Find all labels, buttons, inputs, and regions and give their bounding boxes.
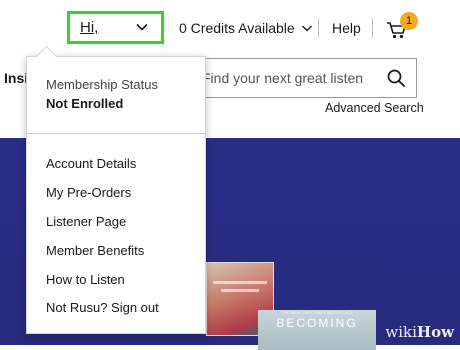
menu-caret <box>35 45 58 68</box>
membership-status-label: Membership Status <box>46 77 158 92</box>
cart-count-badge: 1 <box>400 12 418 30</box>
greeting-label: Hi, <box>80 19 99 36</box>
menu-divider <box>27 133 205 134</box>
chevron-down-icon <box>301 25 312 32</box>
credits-dropdown[interactable]: 0 Credits Available <box>179 20 313 36</box>
account-greeting-button[interactable]: Hi, <box>67 11 164 44</box>
watermark-prefix: wiki <box>385 323 417 341</box>
help-link[interactable]: Help <box>332 20 361 36</box>
account-dropdown-menu: Membership Status Not Enrolled Account D… <box>26 45 206 334</box>
menu-item-how-to-listen[interactable]: How to Listen <box>46 272 125 287</box>
menu-item-account-details[interactable]: Account Details <box>46 156 136 171</box>
book-title: BECOMING <box>276 316 358 330</box>
header-divider <box>372 18 373 38</box>
watermark-suffix: How <box>416 323 454 341</box>
nav-item-partial[interactable]: Insi <box>4 70 28 86</box>
wikihow-watermark: wikiHow <box>385 323 454 341</box>
menu-item-member-benefits[interactable]: Member Benefits <box>46 243 144 258</box>
search-input[interactable] <box>202 68 372 88</box>
menu-item-listener-page[interactable]: Listener Page <box>46 214 126 229</box>
menu-item-pre-orders[interactable]: My Pre-Orders <box>46 185 131 200</box>
menu-item-sign-out[interactable]: Not Rusu? Sign out <box>46 300 159 315</box>
book-subtitle: THE NEW YORK TIMES BESTSELLER <box>281 310 353 315</box>
header-divider <box>318 18 319 38</box>
search-bar <box>190 58 417 98</box>
advanced-search-link[interactable]: Advanced Search <box>325 101 424 115</box>
chevron-down-icon <box>136 23 148 31</box>
book-cover[interactable]: THE NEW YORK TIMES BESTSELLER BECOMING <box>258 310 376 350</box>
membership-status-value: Not Enrolled <box>46 96 124 111</box>
credits-label: 0 Credits Available <box>179 20 295 36</box>
search-icon[interactable] <box>386 68 406 88</box>
